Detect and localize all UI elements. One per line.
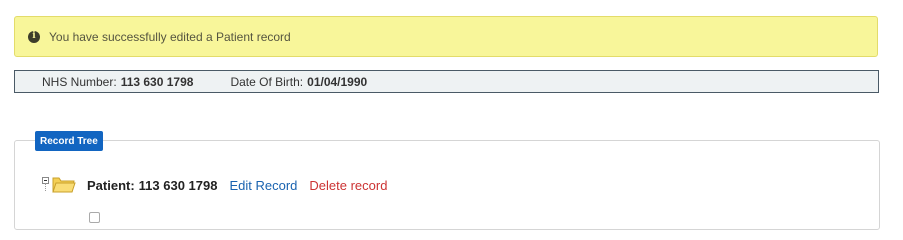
edit-record-link[interactable]: Edit Record <box>229 178 297 193</box>
patient-node-label: Patient: <box>87 178 135 193</box>
alert-message: You have successfully edited a Patient r… <box>49 29 291 44</box>
date-of-birth-label: Date Of Birth: <box>230 74 304 89</box>
tree-node-patient: Patient: 113 630 1798 Edit Record Delete … <box>42 174 387 197</box>
patient-node-value: 113 630 1798 <box>138 178 218 193</box>
nhs-number-label: NHS Number: <box>42 74 117 89</box>
patient-node-title: Patient: 113 630 1798 <box>87 178 217 193</box>
success-alert: i You have successfully edited a Patient… <box>14 16 878 57</box>
nhs-number-field: NHS Number: 113 630 1798 <box>42 75 193 89</box>
child-node-toggle-icon[interactable] <box>89 212 100 223</box>
tree-connector-line <box>45 183 47 191</box>
nhs-number-value: 113 630 1798 <box>120 74 194 89</box>
page: i You have successfully edited a Patient… <box>0 0 903 230</box>
record-tree-badge: Record Tree <box>35 131 103 151</box>
info-icon: i <box>28 30 40 43</box>
patient-banner: NHS Number: 113 630 1798 Date Of Birth: … <box>14 70 879 93</box>
date-of-birth-field: Date Of Birth: 01/04/1990 <box>230 75 367 89</box>
date-of-birth-value: 01/04/1990 <box>307 74 368 89</box>
folder-icon <box>52 174 76 197</box>
delete-record-link[interactable]: Delete record <box>309 178 387 193</box>
